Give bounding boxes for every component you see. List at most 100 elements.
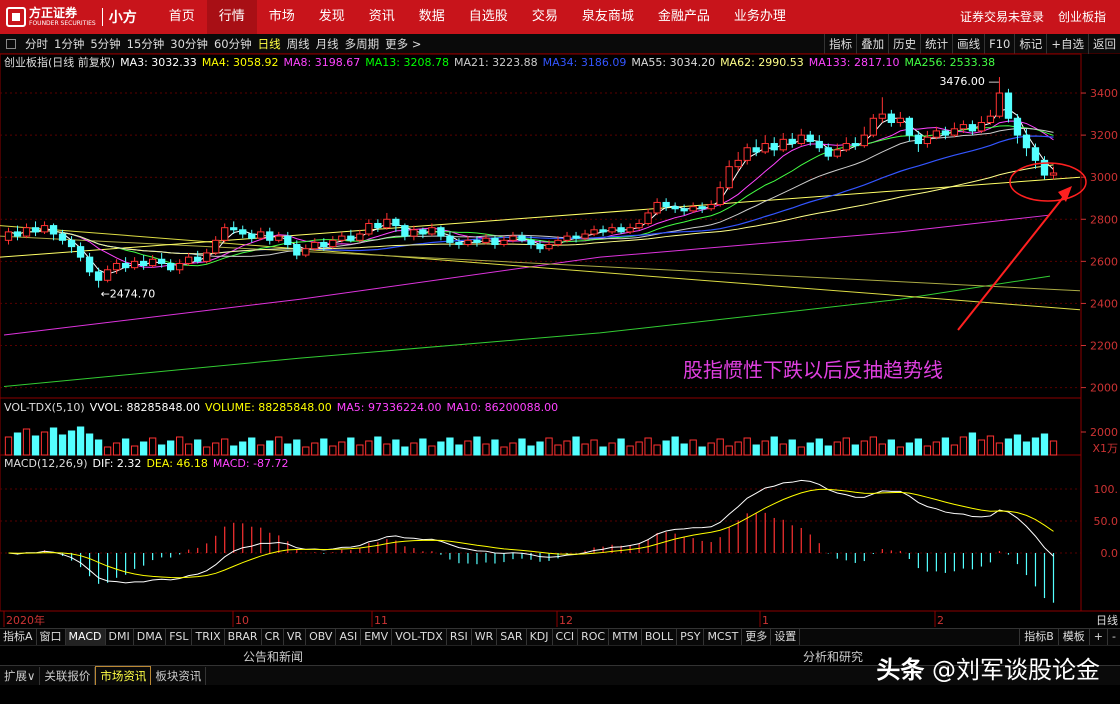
candle — [509, 235, 517, 241]
volume-bar — [968, 432, 977, 456]
candle — [707, 204, 715, 210]
indicator-tab-8[interactable]: CR — [262, 629, 284, 645]
volume-bar — [329, 445, 337, 456]
indicator-tab-5[interactable]: FSL — [166, 629, 193, 645]
indicator-tab-7[interactable]: BRAR — [225, 629, 262, 645]
candle — [563, 235, 571, 241]
indicator-tab-0[interactable]: 指标A — [0, 629, 37, 645]
candle — [302, 248, 310, 256]
legend-item: MACD: -87.72 — [212, 457, 289, 470]
candle — [1013, 117, 1022, 136]
indicator-tab-24[interactable]: 更多 — [742, 629, 772, 645]
indicator-tab-12[interactable]: EMV — [361, 629, 393, 645]
candle — [797, 134, 805, 145]
volume-bar — [815, 438, 823, 456]
indicator-tab-10[interactable]: OBV — [306, 629, 337, 645]
indicator-tab-16[interactable]: SAR — [497, 629, 527, 645]
indicator-tab-4[interactable]: DMA — [134, 629, 167, 645]
volume-bar — [121, 438, 130, 456]
indicator-right-1[interactable]: 模板 — [1057, 629, 1089, 645]
candle — [923, 136, 932, 145]
candle — [85, 256, 94, 273]
indicator-tab-9[interactable]: VR — [284, 629, 307, 645]
candle — [860, 134, 868, 147]
volume-bar — [248, 437, 256, 456]
indicator-tab-14[interactable]: RSI — [447, 629, 472, 645]
research-tab[interactable]: 分析和研究 — [803, 648, 863, 665]
candle — [311, 241, 319, 250]
indicator-tab-21[interactable]: BOLL — [642, 629, 678, 645]
indicator-tab-2[interactable]: MACD — [65, 629, 106, 645]
volume-bar — [76, 426, 85, 456]
candle — [248, 233, 256, 239]
legend-item: MA5: 97336224.00 — [336, 401, 442, 414]
indicator-tab-22[interactable]: PSY — [677, 629, 705, 645]
legend-item: VVOL: 88285848.00 — [89, 401, 201, 414]
volume-bar — [923, 445, 932, 456]
indicator-tab-15[interactable]: WR — [472, 629, 498, 645]
candle — [482, 237, 490, 243]
indicator-right-3[interactable]: - — [1107, 629, 1120, 645]
volume-bar — [167, 440, 175, 456]
indicator-tab-1[interactable]: 窗口 — [37, 629, 66, 645]
volume-bar — [518, 438, 526, 456]
indicator-tab-23[interactable]: MCST — [704, 629, 743, 645]
candle — [473, 239, 481, 243]
candle — [58, 233, 67, 241]
candle — [185, 256, 193, 264]
volume-bar — [221, 438, 229, 456]
volume-bar — [860, 440, 868, 456]
y-tick-label: 2200 — [1090, 340, 1118, 353]
volume-bar — [148, 437, 157, 456]
volume-bar — [428, 445, 436, 456]
volume-bar — [410, 442, 418, 456]
volume-bar — [941, 437, 950, 456]
indicator-tab-13[interactable]: VOL-TDX — [392, 629, 447, 645]
indicator-right-2[interactable]: + — [1088, 629, 1107, 645]
volume-bar — [13, 432, 22, 456]
candlestick-chart[interactable]: 3400 3200 3000 2800 2600 2400 2200 2000 3476.00 … — [0, 0, 1120, 628]
indicator-tab-18[interactable]: CCI — [553, 629, 579, 645]
y-tick-label: 3000 — [1090, 171, 1118, 184]
indicator-tab-17[interactable]: KDJ — [527, 629, 553, 645]
indicator-right-0[interactable]: 指标B — [1019, 629, 1058, 645]
x-axis-period: 日线 — [1096, 613, 1118, 627]
candle — [779, 138, 787, 151]
volume-bar — [689, 439, 697, 456]
volume-bar — [734, 441, 742, 456]
news-tab[interactable]: 公告和新闻 — [243, 648, 303, 665]
candle — [932, 130, 941, 138]
candle — [617, 227, 625, 233]
candle — [752, 147, 760, 153]
bottom-tab-2[interactable]: 市场资讯 — [95, 665, 152, 686]
volume-bar — [743, 437, 751, 456]
indicator-tab-19[interactable]: ROC — [578, 629, 610, 645]
volume-bar — [1049, 440, 1058, 456]
volume-bar — [85, 433, 94, 456]
volume-bar — [203, 446, 211, 456]
volume-bar — [581, 443, 589, 456]
bottom-tab-1[interactable]: 关联报价 — [40, 666, 96, 685]
bottom-tab-0[interactable]: 扩展∨ — [0, 666, 41, 685]
indicator-tab-3[interactable]: DMI — [106, 629, 134, 645]
volume-bar — [1004, 438, 1013, 456]
y-tick-label: 3200 — [1090, 129, 1118, 142]
indicator-tab-25[interactable]: 设置 — [771, 629, 801, 645]
main-panel-frame — [0, 53, 1082, 399]
indicator-tab-20[interactable]: MTM — [609, 629, 642, 645]
candle — [365, 222, 373, 235]
candle — [428, 227, 436, 235]
volume-bar — [608, 442, 616, 456]
volume-bar — [554, 444, 562, 456]
candle — [833, 149, 841, 157]
volume-bar — [239, 441, 247, 456]
candle — [1022, 134, 1031, 149]
indicator-tab-6[interactable]: TRIX — [192, 629, 225, 645]
chart-title: 创业板指(日线 前复权) — [4, 56, 116, 69]
high-label: 3476.00 — — [939, 75, 999, 88]
bottom-tab-3[interactable]: 板块资讯 — [151, 666, 207, 685]
volume-bar — [230, 445, 238, 456]
volume-bar — [491, 439, 499, 456]
indicator-tab-11[interactable]: ASI — [336, 629, 362, 645]
candle — [437, 227, 445, 237]
